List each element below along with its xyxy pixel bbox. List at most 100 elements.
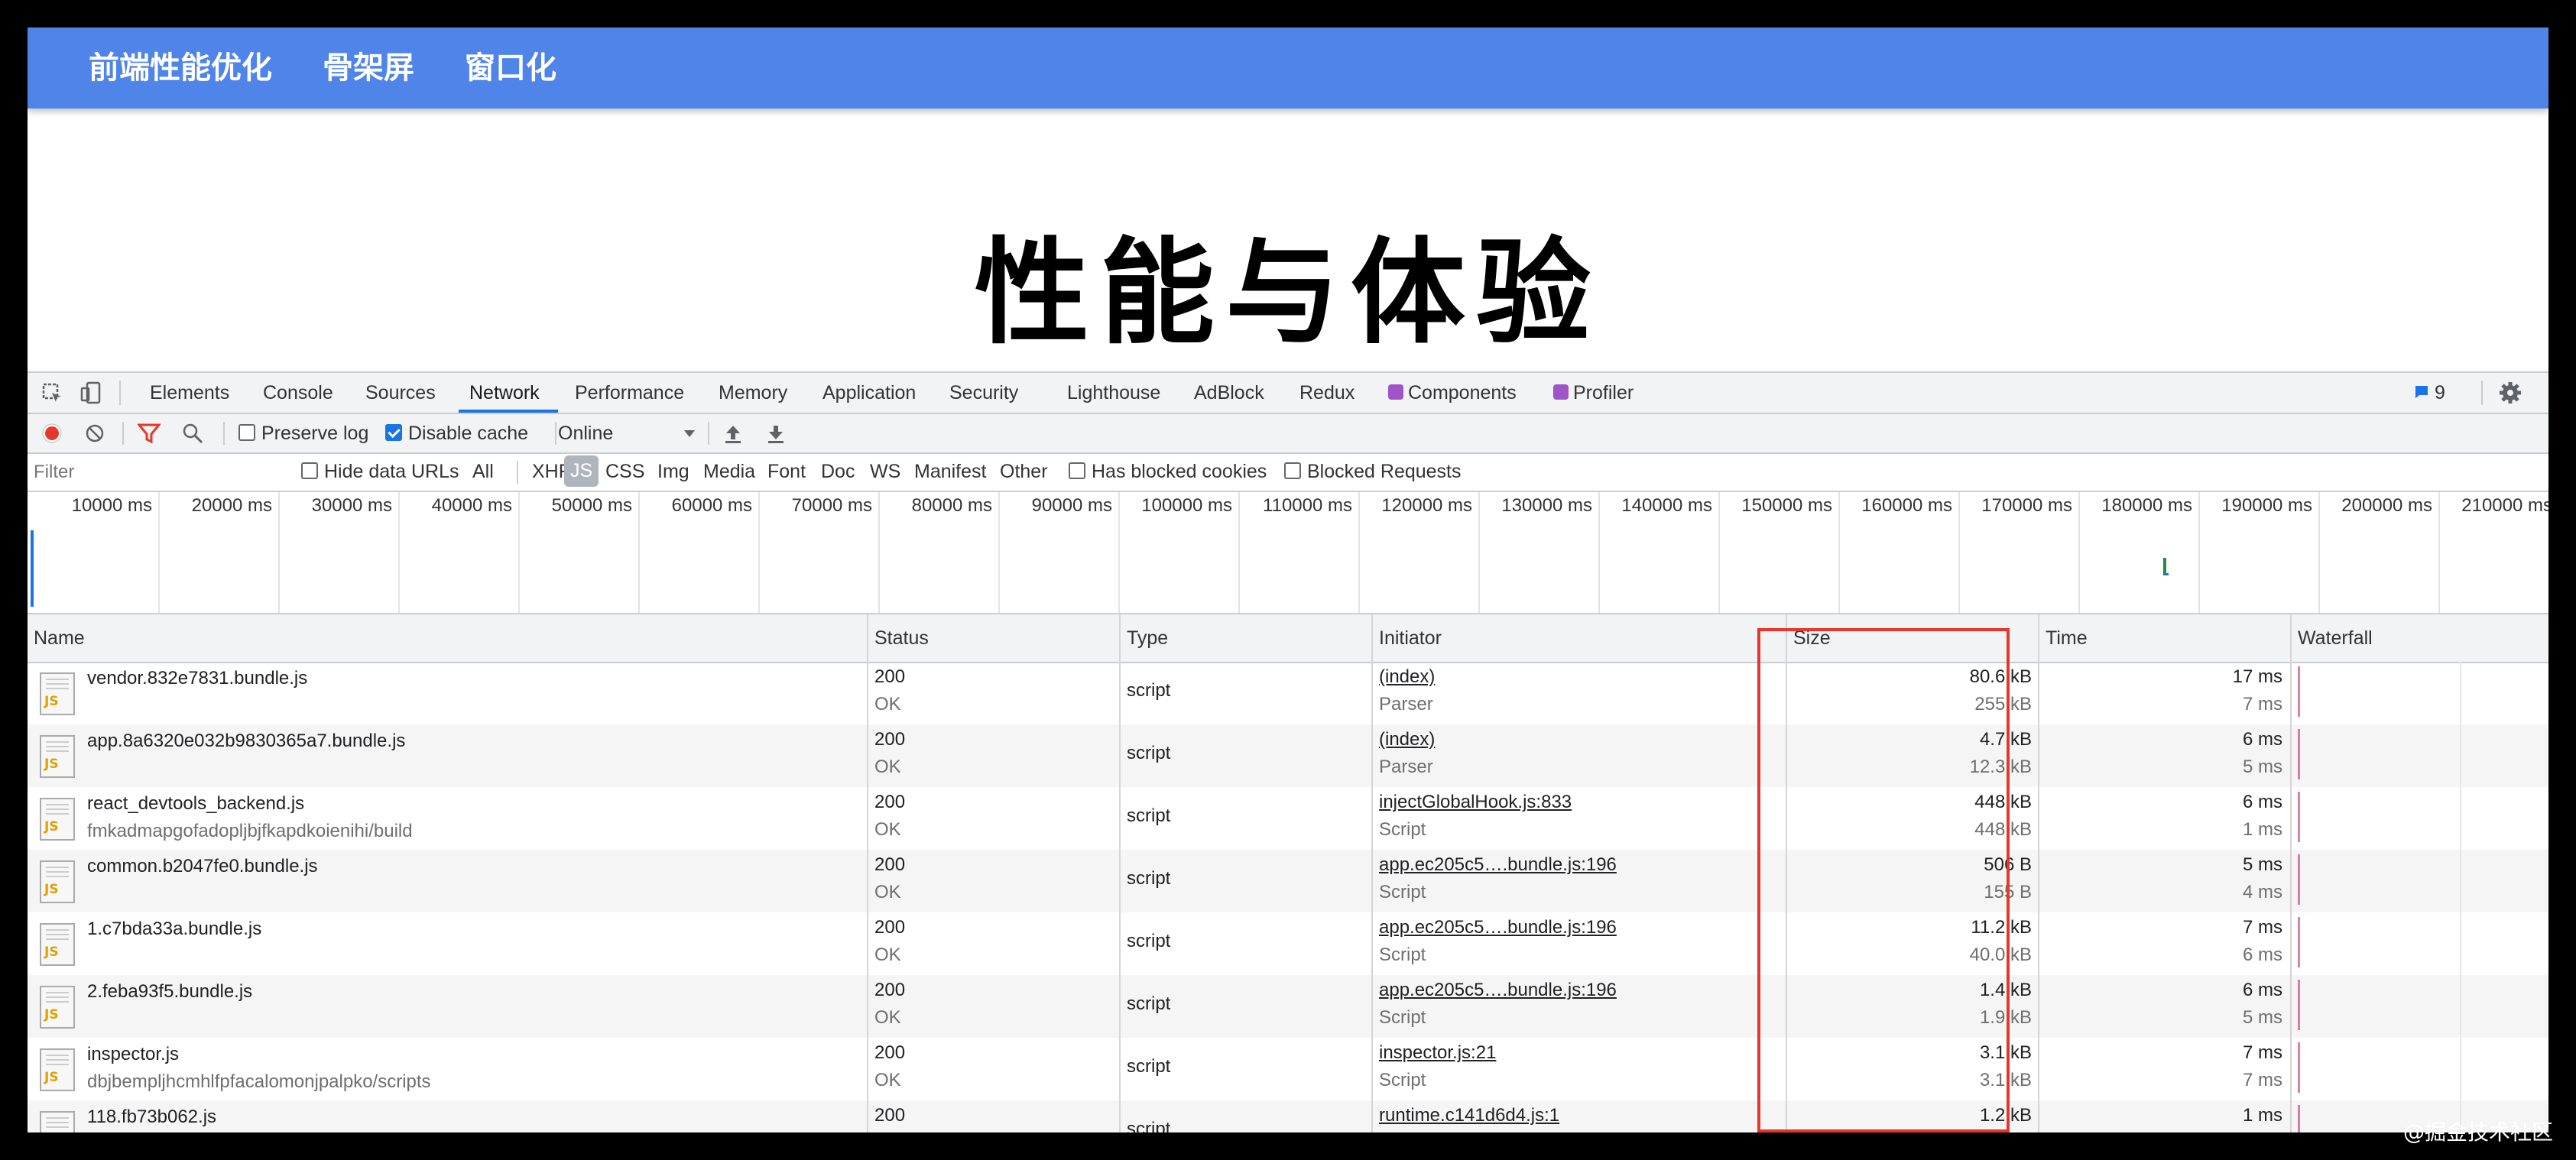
preserve-log-label: Preserve log — [261, 423, 369, 444]
messages-count: 9 — [2434, 382, 2445, 403]
settings-gear-icon[interactable] — [2498, 381, 2522, 405]
blocked-requests-checkbox[interactable]: Blocked Requests — [1284, 461, 1462, 483]
js-file-icon: JS — [40, 735, 75, 778]
tab-elements[interactable]: Elements — [150, 373, 229, 413]
import-har-icon[interactable] — [723, 423, 743, 444]
status-code: 200 — [874, 854, 906, 875]
disable-cache-checkbox[interactable]: Disable cache — [385, 423, 528, 445]
table-row[interactable]: JS 2.feba93f5.bundle.js 200 OK script app.ec2… — [28, 975, 2548, 1038]
initiator-link[interactable]: app.ec205c5….bundle.js:196 — [1379, 980, 1617, 1001]
latency-time: 5 ms — [2242, 757, 2282, 777]
tab-security[interactable]: Security — [949, 373, 1018, 413]
total-time: 5 ms — [2242, 854, 2282, 875]
clear-icon[interactable] — [84, 423, 105, 444]
filter-type-css[interactable]: CSS — [605, 461, 644, 483]
record-icon[interactable] — [41, 423, 63, 444]
messages-badge[interactable]: 9 — [2414, 382, 2445, 404]
initiator-link[interactable]: injectGlobalHook.js:833 — [1379, 792, 1572, 813]
initiator-link[interactable]: runtime.c141d6d4.js:1 — [1379, 1105, 1559, 1126]
filter-type-media[interactable]: Media — [703, 461, 755, 483]
filter-type-manifest[interactable]: Manifest — [914, 461, 986, 483]
table-header: Name Status Type Initiator Size Time Wat… — [28, 614, 2548, 663]
device-toolbar-icon[interactable] — [79, 381, 102, 405]
status-text: OK — [874, 819, 901, 840]
filter-type-doc[interactable]: Doc — [821, 461, 855, 483]
filter-type-img[interactable]: Img — [657, 461, 689, 483]
tab-components-label: Components — [1408, 382, 1517, 403]
table-row[interactable]: JS vendor.832e7831.bundle.js 200 OK script (i… — [28, 662, 2548, 724]
table-row[interactable]: JS app.8a6320e032b9830365a7.bundle.js 200 O… — [28, 724, 2548, 787]
network-toolbar: Preserve log Disable cache Online — [28, 414, 2548, 454]
waterfall-bar — [2298, 980, 2300, 1030]
hero-title: 性能与体验 — [974, 225, 1601, 360]
more-options-icon[interactable] — [2547, 382, 2548, 405]
search-icon[interactable] — [182, 423, 203, 444]
filter-type-all[interactable]: All — [472, 461, 494, 483]
filter-type-js[interactable]: JS — [564, 455, 599, 487]
latency-time: 7 ms — [2242, 694, 2282, 714]
timeline-request-marker — [2163, 558, 2166, 575]
latency-time: 4 ms — [2242, 882, 2282, 902]
status-text: OK — [874, 1007, 901, 1028]
table-row[interactable]: JS 118.fb73b062.js 200 script runtime.c141d6… — [28, 1100, 2548, 1132]
filter-icon[interactable] — [138, 423, 161, 444]
active-tab-indicator — [459, 410, 558, 413]
has-blocked-cookies-checkbox[interactable]: Has blocked cookies — [1069, 461, 1267, 483]
initiator-link[interactable]: inspector.js:21 — [1379, 1042, 1496, 1064]
nav-link-performance[interactable]: 前端性能优化 — [89, 43, 272, 93]
tab-components[interactable]: Components — [1388, 373, 1517, 413]
request-name: 2.feba93f5.bundle.js — [87, 981, 253, 1002]
request-type: script — [1127, 805, 1171, 826]
tab-lighthouse[interactable]: Lighthouse — [1067, 373, 1160, 413]
preserve-log-checkbox[interactable]: Preserve log — [238, 423, 368, 445]
initiator-type: Script — [1379, 819, 1426, 840]
js-file-icon: JS — [40, 798, 75, 841]
hide-data-urls-checkbox[interactable]: Hide data URLs — [301, 461, 459, 483]
table-row[interactable]: JS 1.c7bda33a.bundle.js 200 OK script app.ec2… — [28, 912, 2548, 975]
column-time[interactable]: Time — [2039, 614, 2088, 662]
table-row[interactable]: JS common.b2047fe0.bundle.js 200 OK script ap… — [28, 850, 2548, 912]
filter-input[interactable] — [32, 458, 310, 486]
nav-link-skeleton[interactable]: 骨架屏 — [323, 43, 414, 93]
request-type: script — [1127, 931, 1171, 951]
watermark: @掘金技术社区 — [2402, 1119, 2553, 1145]
network-overview-timeline[interactable]: 10000 ms 20000 ms 30000 ms 40000 ms 50000 ms… — [28, 492, 2548, 614]
total-time: 6 ms — [2242, 792, 2282, 812]
column-status[interactable]: Status — [868, 614, 929, 662]
tab-console[interactable]: Console — [263, 373, 333, 413]
tab-network[interactable]: Network — [469, 373, 540, 413]
tab-sources[interactable]: Sources — [365, 373, 436, 413]
table-row[interactable]: JS react_devtools_backend.js fmkadmapgofad… — [28, 787, 2548, 850]
table-row[interactable]: JS inspector.js dbjbempljhcmhlfpfacalomonj… — [28, 1038, 2548, 1100]
nav-link-windowing[interactable]: 窗口化 — [465, 43, 556, 93]
initiator-type: Parser — [1379, 757, 1433, 777]
tab-adblock[interactable]: AdBlock — [1194, 373, 1264, 413]
request-path: dbjbempljhcmhlfpfacalomonjpalpko/scripts — [87, 1071, 431, 1092]
total-time: 7 ms — [2242, 1042, 2282, 1063]
status-code: 200 — [874, 1105, 906, 1126]
inspect-element-icon[interactable] — [41, 382, 64, 405]
tab-performance[interactable]: Performance — [575, 373, 684, 413]
filter-type-ws[interactable]: WS — [870, 461, 900, 483]
network-filter-bar: Hide data URLs All XHR JS CSS Img Media … — [28, 454, 2548, 492]
initiator-link[interactable]: (index) — [1379, 666, 1435, 688]
column-initiator[interactable]: Initiator — [1373, 614, 1442, 662]
tab-memory[interactable]: Memory — [719, 373, 787, 413]
export-har-icon[interactable] — [766, 423, 786, 444]
filter-type-other[interactable]: Other — [1000, 461, 1048, 483]
initiator-link[interactable]: app.ec205c5….bundle.js:196 — [1379, 917, 1617, 938]
tab-application[interactable]: Application — [822, 373, 916, 413]
throttling-select[interactable]: Online — [558, 423, 696, 445]
initiator-link[interactable]: (index) — [1379, 729, 1435, 750]
network-requests-table: Name Status Type Initiator Size Time Wat… — [28, 614, 2548, 1132]
tab-redux[interactable]: Redux — [1299, 373, 1355, 413]
react-icon — [1388, 384, 1403, 400]
column-type[interactable]: Type — [1121, 614, 1168, 662]
column-waterfall[interactable]: Waterfall — [2292, 614, 2373, 662]
request-name: common.b2047fe0.bundle.js — [87, 856, 318, 876]
request-name: app.8a6320e032b9830365a7.bundle.js — [87, 731, 406, 751]
initiator-link[interactable]: app.ec205c5….bundle.js:196 — [1379, 854, 1617, 876]
column-name[interactable]: Name — [28, 614, 85, 662]
filter-type-font[interactable]: Font — [767, 461, 806, 483]
tab-profiler[interactable]: Profiler — [1553, 373, 1634, 413]
